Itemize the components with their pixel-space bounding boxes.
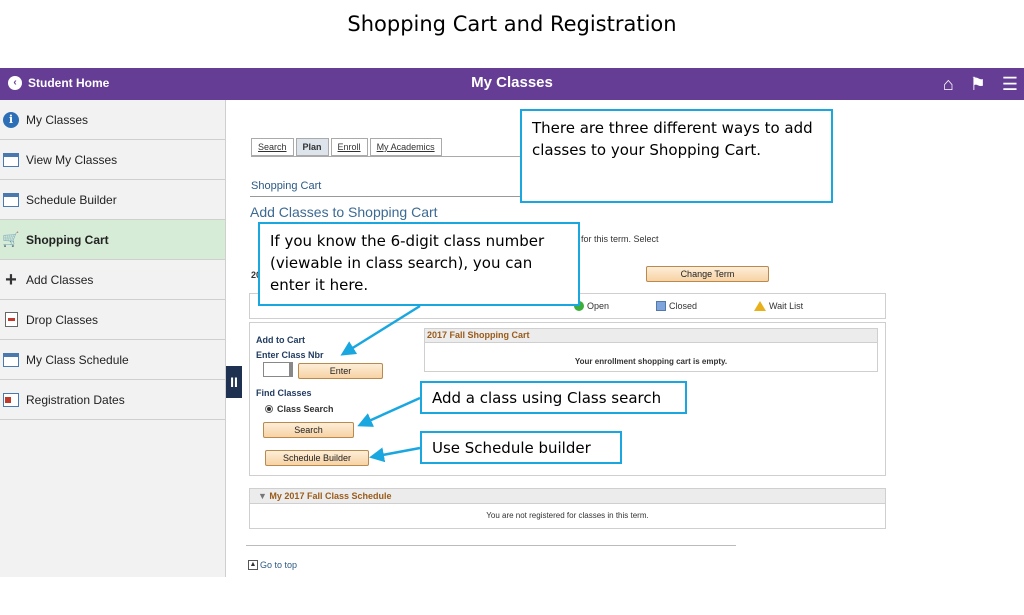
menu-icon[interactable]: ☰ xyxy=(1002,73,1018,95)
tab-bar: Search Plan Enroll My Academics xyxy=(251,138,442,156)
sidebar-item-view-my-classes[interactable]: View My Classes xyxy=(0,140,225,180)
app-title: My Classes xyxy=(471,74,553,91)
top-bar: ‹ Student Home My Classes ⌂ ⚑ ☰ xyxy=(0,68,1024,100)
sidebar-item-label: Shopping Cart xyxy=(26,232,109,247)
schedule-grid-icon xyxy=(2,192,20,208)
footer-divider xyxy=(246,545,736,546)
add-to-cart-label: Add to Cart xyxy=(256,335,305,345)
legend-open-label: Open xyxy=(587,301,610,311)
class-search-radio-label: Class Search xyxy=(277,404,334,414)
drop-doc-icon xyxy=(2,312,20,328)
search-button[interactable]: Search xyxy=(263,422,354,438)
shopping-cart-table: 2017 Fall Shopping Cart Your enrollment … xyxy=(424,328,878,372)
schedule-header[interactable]: ▼ My 2017 Fall Class Schedule xyxy=(250,489,885,504)
sidebar-item-label: Drop Classes xyxy=(26,312,99,327)
class-search-radio[interactable] xyxy=(265,405,273,413)
top-icons: ⌂ ⚑ ☰ xyxy=(943,73,1018,95)
go-to-top-label: Go to top xyxy=(260,560,298,570)
callout-class-search: Add a class using Class search xyxy=(420,381,687,414)
collapse-triangle-icon: ▼ xyxy=(258,491,270,501)
sidebar-item-my-class-schedule[interactable]: My Class Schedule xyxy=(0,340,225,380)
sidebar-item-registration-dates[interactable]: Registration Dates xyxy=(0,380,225,420)
callout-schedule-builder: Use Schedule builder xyxy=(420,431,622,464)
sidebar-item-label: Schedule Builder xyxy=(26,192,117,207)
plus-icon: + xyxy=(5,268,17,291)
change-term-button[interactable]: Change Term xyxy=(646,266,769,282)
go-to-top-icon: ▲ xyxy=(248,560,258,570)
legend-closed: Closed xyxy=(656,301,697,311)
callout-three-ways: There are three different ways to add cl… xyxy=(520,109,833,203)
tab-divider xyxy=(251,156,521,157)
sidebar-item-label: Registration Dates xyxy=(26,392,125,407)
go-to-top-link[interactable]: ▲ Go to top xyxy=(248,560,297,570)
tab-my-academics[interactable]: My Academics xyxy=(369,138,442,156)
class-schedule-panel: ▼ My 2017 Fall Class Schedule You are no… xyxy=(249,488,886,529)
chevron-left-icon: ‹ xyxy=(8,76,22,90)
wait-list-icon xyxy=(754,301,766,311)
schedule-header-label: My 2017 Fall Class Schedule xyxy=(269,491,392,501)
tab-enroll[interactable]: Enroll xyxy=(330,138,368,156)
breadcrumb: Shopping Cart xyxy=(251,180,322,192)
enter-button[interactable]: Enter xyxy=(298,363,383,379)
flag-icon[interactable]: ⚑ xyxy=(970,73,986,95)
sidebar-item-schedule-builder[interactable]: Schedule Builder xyxy=(0,180,225,220)
collapse-sidebar-handle[interactable]: II xyxy=(226,366,242,398)
slide-title: Shopping Cart and Registration xyxy=(347,12,677,36)
closed-status-icon xyxy=(656,301,666,311)
find-classes-label: Find Classes xyxy=(256,388,312,398)
student-home-back-button[interactable]: ‹ Student Home xyxy=(8,76,109,90)
sidebar-item-drop-classes[interactable]: Drop Classes xyxy=(0,300,225,340)
sidebar-item-label: My Classes xyxy=(26,112,89,127)
sidebar: i My Classes View My Classes Schedule Bu… xyxy=(0,100,226,577)
instruction-text: for this term. Select xyxy=(581,234,659,244)
tab-search[interactable]: Search xyxy=(251,138,294,156)
legend-closed-label: Closed xyxy=(669,301,698,311)
sidebar-item-shopping-cart[interactable]: 🛒 Shopping Cart xyxy=(0,220,225,260)
sidebar-item-label: Add Classes xyxy=(26,272,94,287)
class-search-option[interactable]: Class Search xyxy=(265,404,334,414)
sidebar-item-label: My Class Schedule xyxy=(26,352,129,367)
sidebar-item-label: View My Classes xyxy=(26,152,118,167)
page-title: Add Classes to Shopping Cart xyxy=(250,204,438,220)
sidebar-item-my-classes[interactable]: i My Classes xyxy=(0,100,225,140)
calendar-icon xyxy=(2,152,20,168)
schedule-builder-button[interactable]: Schedule Builder xyxy=(265,450,369,466)
home-icon[interactable]: ⌂ xyxy=(943,73,954,95)
cart-icon: 🛒 xyxy=(2,231,20,247)
class-number-input[interactable] xyxy=(263,362,293,377)
legend-wait-label: Wait List xyxy=(769,301,804,311)
legend-wait: Wait List xyxy=(754,301,803,311)
callout-class-number: If you know the 6-digit class number (vi… xyxy=(258,222,580,306)
registration-icon xyxy=(2,392,20,408)
cart-header: 2017 Fall Shopping Cart xyxy=(425,329,877,343)
enter-class-nbr-label: Enter Class Nbr xyxy=(256,350,324,360)
schedule-empty-message: You are not registered for classes in th… xyxy=(486,511,649,520)
cart-empty-message: Your enrollment shopping cart is empty. xyxy=(574,357,728,366)
back-button-label: Student Home xyxy=(28,76,110,90)
breadcrumb-divider xyxy=(250,196,520,197)
info-icon: i xyxy=(2,111,20,128)
schedule-grid-icon xyxy=(2,352,20,368)
sidebar-item-add-classes[interactable]: + Add Classes xyxy=(0,260,225,300)
tab-plan[interactable]: Plan xyxy=(295,138,329,156)
